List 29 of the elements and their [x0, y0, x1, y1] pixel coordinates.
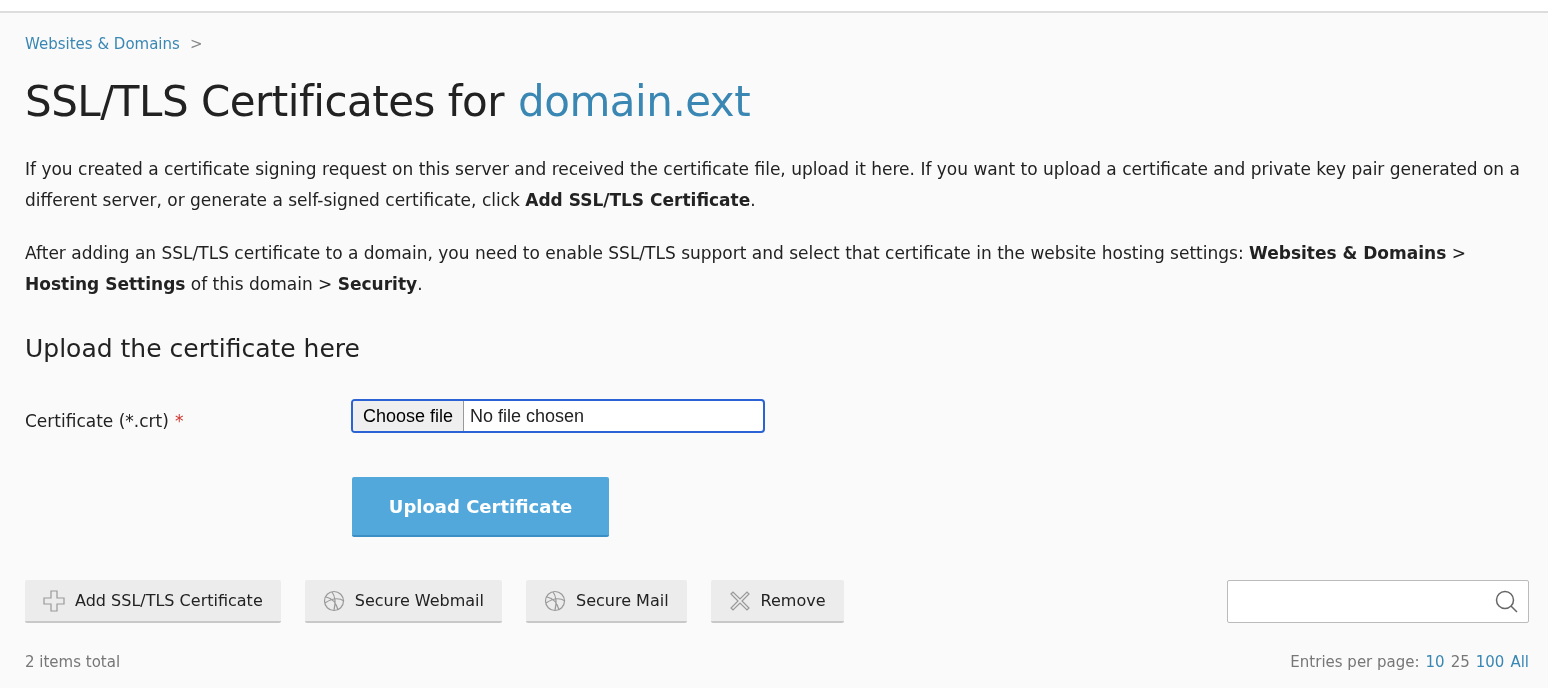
page-size-option[interactable]: 25	[1450, 653, 1470, 671]
choose-file-button[interactable]: Choose file	[353, 401, 465, 431]
description-text: If you created a certificate signing request on this server and received the certificate file, upload it here. If you want to upload a certificate and private key pair generated on a different server, or generate a self-signed certificate, click Add SSL/TLS Certificate.	[25, 158, 1521, 212]
field-label: Certificate (*.crt)	[25, 411, 169, 431]
toolbar-button[interactable]: Add SSL/TLS Certificate	[25, 580, 281, 623]
upload-certificate-button[interactable]: Upload Certificate	[352, 477, 609, 537]
domain-link[interactable]: domain.ext	[518, 77, 751, 126]
toolbar-button[interactable]: Secure Mail	[526, 580, 687, 623]
breadcrumb-separator: >	[189, 35, 203, 53]
file-status: No file chosen	[469, 404, 586, 428]
page-size-option[interactable]: All	[1510, 653, 1529, 671]
section-heading: Upload the certificate here	[25, 334, 361, 363]
toolbar-button[interactable]: Remove	[710, 580, 844, 623]
globe-icon	[322, 589, 345, 612]
description-text: After adding an SSL/TLS certificate to a domain, you need to enable SSL/TLS support and select that certificate in the website hosting settings: Websites & Domains > Hosting Settings of this domain > Security.	[25, 242, 1467, 296]
required-mark: *	[174, 411, 184, 431]
page-size-option[interactable]: 100	[1475, 653, 1505, 671]
file-input[interactable]: Choose file No file chosen	[351, 399, 765, 433]
search-field[interactable]	[1227, 580, 1529, 623]
cross-icon	[728, 589, 751, 612]
globe-icon	[544, 589, 566, 612]
page-size-option[interactable]: 10	[1425, 653, 1445, 671]
items-total: 2 items total	[25, 653, 121, 671]
toolbar-button[interactable]: Secure Webmail	[304, 580, 502, 623]
entries-per-page-label: Entries per page:	[1290, 653, 1420, 671]
breadcrumb-link[interactable]: Websites & Domains	[25, 35, 180, 53]
page-title: SSL/TLS Certificates for	[25, 77, 505, 126]
search-icon	[1494, 588, 1520, 615]
plus-icon	[43, 589, 65, 612]
